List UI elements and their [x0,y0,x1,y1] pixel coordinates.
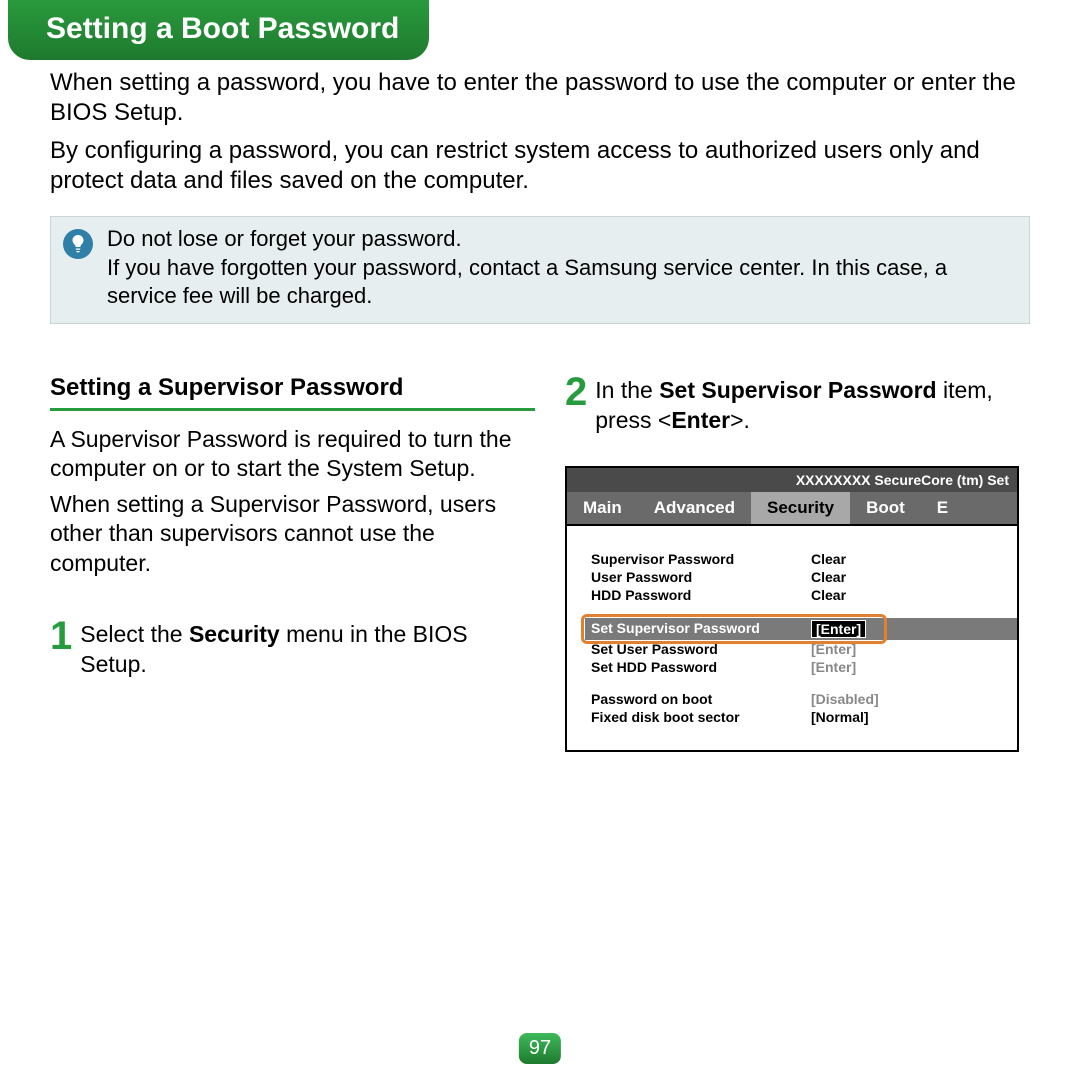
step-text: Select the Security menu in the BIOS Set… [80,618,535,680]
bios-row-set-hdd: Set HDD Password [Enter] [591,658,1017,676]
step-number: 2 [565,374,587,410]
bios-value: [Disabled] [811,691,879,707]
step-1: 1 Select the Security menu in the BIOS S… [50,618,535,680]
bios-row-fixed-disk: Fixed disk boot sector [Normal] [591,708,1017,726]
bios-row-set-user: Set User Password [Enter] [591,640,1017,658]
bios-row-supervisor: Supervisor Password Clear [591,550,1017,568]
tip-callout: Do not lose or forget your password. If … [50,216,1030,324]
bios-value: Clear [811,569,846,585]
bios-row-hdd: HDD Password Clear [591,586,1017,604]
step-number: 1 [50,618,72,654]
left-column: Setting a Supervisor Password A Supervis… [50,374,535,752]
bios-label: Password on boot [591,691,811,707]
bios-value: [Enter] [811,659,856,675]
section-heading: Setting a Supervisor Password [50,374,535,411]
step2-bold: Set Supervisor Password [659,377,936,403]
intro-paragraph-2: By configuring a password, you can restr… [50,136,1030,196]
tip-line-1: Do not lose or forget your password. [107,226,462,251]
intro-paragraph-1: When setting a password, you have to ent… [50,68,1030,128]
bios-label: Set Supervisor Password [591,620,811,638]
bios-value: [Normal] [811,709,869,725]
bios-value: Clear [811,551,846,567]
step2-pre: In the [595,377,659,403]
bios-titlebar: XXXXXXXX SecureCore (tm) Set [567,468,1017,492]
step1-bold: Security [189,621,280,647]
step-2: 2 In the Set Supervisor Password item, p… [565,374,1050,436]
bios-label: Set HDD Password [591,659,811,675]
bios-value: Clear [811,587,846,603]
left-paragraph-2: When setting a Supervisor Password, user… [50,490,535,578]
right-column: 2 In the Set Supervisor Password item, p… [565,374,1050,752]
bios-screenshot: XXXXXXXX SecureCore (tm) Set Main Advanc… [565,466,1019,752]
bios-label: HDD Password [591,587,811,603]
bios-label: Supervisor Password [591,551,811,567]
bios-row-user: User Password Clear [591,568,1017,586]
bios-label: Fixed disk boot sector [591,709,811,725]
bios-tab-boot: Boot [850,492,921,524]
step2-post: >. [730,407,750,433]
bios-tabs: Main Advanced Security Boot E [567,492,1017,524]
bios-content: Supervisor Password Clear User Password … [567,524,1017,750]
bios-tab-security: Security [751,492,850,524]
bios-row-set-supervisor: Set Supervisor Password [Enter] [591,618,1017,640]
bios-tab-advanced: Advanced [638,492,751,524]
step2-bold2: Enter [671,407,730,433]
bios-tab-exit: E [921,492,964,524]
step-text: In the Set Supervisor Password item, pre… [595,374,1050,436]
tip-text: Do not lose or forget your password. If … [107,225,1017,311]
lightbulb-icon [63,229,93,259]
bios-value: [Enter] [811,620,866,638]
bios-label: User Password [591,569,811,585]
page-number: 97 [519,1033,561,1064]
tip-line-2: If you have forgotten your password, con… [107,255,947,309]
bios-label: Set User Password [591,641,811,657]
page-title: Setting a Boot Password [8,0,429,60]
bios-row-password-on-boot: Password on boot [Disabled] [591,690,1017,708]
step1-pre: Select the [80,621,189,647]
left-paragraph-1: A Supervisor Password is required to tur… [50,425,535,484]
bios-tab-main: Main [567,492,638,524]
bios-value: [Enter] [811,641,856,657]
